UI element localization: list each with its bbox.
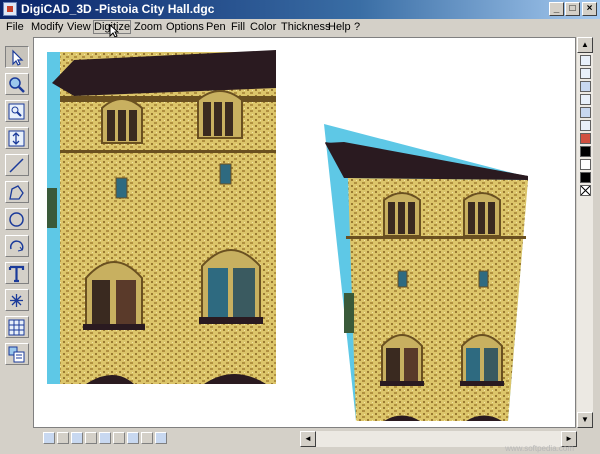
lower-window-right xyxy=(199,249,263,324)
palette-tool-2[interactable] xyxy=(580,68,591,79)
select-arrow-icon xyxy=(12,49,24,66)
palette-tool-7[interactable] xyxy=(580,133,591,144)
circle-tool-icon xyxy=(9,212,24,227)
watermark-text: www.softpedia.com xyxy=(505,444,574,453)
menu-bar: File Modify View Digitize Zoom Options P… xyxy=(0,19,600,36)
cross-icon xyxy=(580,185,591,196)
arc-tool-icon xyxy=(9,240,24,252)
palette-tool-5[interactable] xyxy=(580,107,591,118)
tool-layers[interactable] xyxy=(5,343,29,365)
vertical-pan-icon xyxy=(8,130,25,147)
tool-grid[interactable] xyxy=(5,316,29,338)
menu-zoom[interactable]: Zoom xyxy=(134,21,162,33)
bottom-btn-3[interactable] xyxy=(71,432,83,444)
menu-options[interactable]: Options xyxy=(166,21,204,33)
text-tool-icon xyxy=(8,265,25,283)
menu-fill[interactable]: Fill xyxy=(231,21,245,33)
mouse-cursor-icon xyxy=(109,24,119,38)
upper-window-right xyxy=(197,90,243,139)
left-toolbar xyxy=(2,40,30,370)
palette-tool-6[interactable] xyxy=(580,120,591,131)
bottom-btn-2[interactable] xyxy=(57,432,69,444)
layers-icon xyxy=(8,346,25,363)
magnifier-icon xyxy=(9,77,25,93)
tool-magnify[interactable] xyxy=(5,73,29,95)
palette-tool-3[interactable] xyxy=(580,81,591,92)
menu-modify[interactable]: Modify xyxy=(31,21,63,33)
no-fill-swatch[interactable] xyxy=(580,185,591,196)
menu-view[interactable]: View xyxy=(67,21,91,33)
scroll-up-arrow-icon[interactable]: ▲ xyxy=(577,37,593,53)
tool-circle[interactable] xyxy=(5,208,29,230)
tool-select[interactable] xyxy=(5,46,29,68)
upper-window-left xyxy=(101,98,143,144)
menu-file[interactable]: File xyxy=(6,21,24,33)
bottom-btn-4[interactable] xyxy=(85,432,97,444)
bottom-btn-9[interactable] xyxy=(155,432,167,444)
bottom-btn-5[interactable] xyxy=(99,432,111,444)
window-title: DigiCAD_3D -Pistoia City Hall.dgc xyxy=(21,2,215,16)
menu-pen[interactable]: Pen xyxy=(206,21,226,33)
original-photo[interactable] xyxy=(47,50,276,384)
color-black-swatch[interactable] xyxy=(580,146,591,157)
grid-table-icon xyxy=(8,319,25,336)
rectified-lower-window-left xyxy=(380,334,424,386)
close-button[interactable]: × xyxy=(582,2,597,16)
minimize-button[interactable]: _ xyxy=(549,2,564,16)
lower-window-left xyxy=(83,261,145,330)
app-icon[interactable] xyxy=(3,2,17,16)
tool-text[interactable] xyxy=(5,262,29,284)
menu-about[interactable]: ? xyxy=(354,21,360,33)
rectified-photo[interactable] xyxy=(324,124,528,421)
tool-point[interactable] xyxy=(5,289,29,311)
canvas-drawing xyxy=(47,50,528,421)
bottom-btn-1[interactable] xyxy=(43,432,55,444)
tool-polygon[interactable] xyxy=(5,181,29,203)
tool-pan[interactable] xyxy=(5,127,29,149)
rectangle-zoom-icon xyxy=(8,103,25,120)
tool-rect-zoom[interactable] xyxy=(5,100,29,122)
maximize-button[interactable]: □ xyxy=(565,2,580,16)
vertical-scrollbar[interactable]: ▲ ▼ xyxy=(577,37,593,428)
bottom-btn-6[interactable] xyxy=(113,432,125,444)
title-bar: DigiCAD_3D -Pistoia City Hall.dgc _ □ × xyxy=(0,0,600,19)
tool-arc[interactable] xyxy=(5,235,29,257)
menu-color[interactable]: Color xyxy=(250,21,276,33)
color-white-swatch[interactable] xyxy=(580,159,591,170)
palette-tool-4[interactable] xyxy=(580,94,591,105)
palette-tool-1[interactable] xyxy=(580,55,591,66)
tool-line[interactable] xyxy=(5,154,29,176)
drawing-canvas[interactable] xyxy=(33,37,576,428)
rectified-upper-window-left xyxy=(383,192,421,237)
line-tool-icon xyxy=(9,158,24,173)
point-star-icon xyxy=(10,294,23,307)
scroll-left-arrow-icon[interactable]: ◄ xyxy=(300,431,316,447)
bottom-btn-7[interactable] xyxy=(127,432,139,444)
scroll-down-arrow-icon[interactable]: ▼ xyxy=(577,412,593,428)
rectified-upper-window-right xyxy=(463,192,501,237)
color-black-swatch-2[interactable] xyxy=(580,172,591,183)
menu-thickness[interactable]: Thickness xyxy=(281,21,331,33)
rectified-roof-shape xyxy=(325,142,528,180)
menu-help[interactable]: Help xyxy=(328,21,351,33)
rectified-lower-window-right xyxy=(460,334,504,386)
polygon-tool-icon xyxy=(9,185,24,200)
bottom-btn-8[interactable] xyxy=(141,432,153,444)
